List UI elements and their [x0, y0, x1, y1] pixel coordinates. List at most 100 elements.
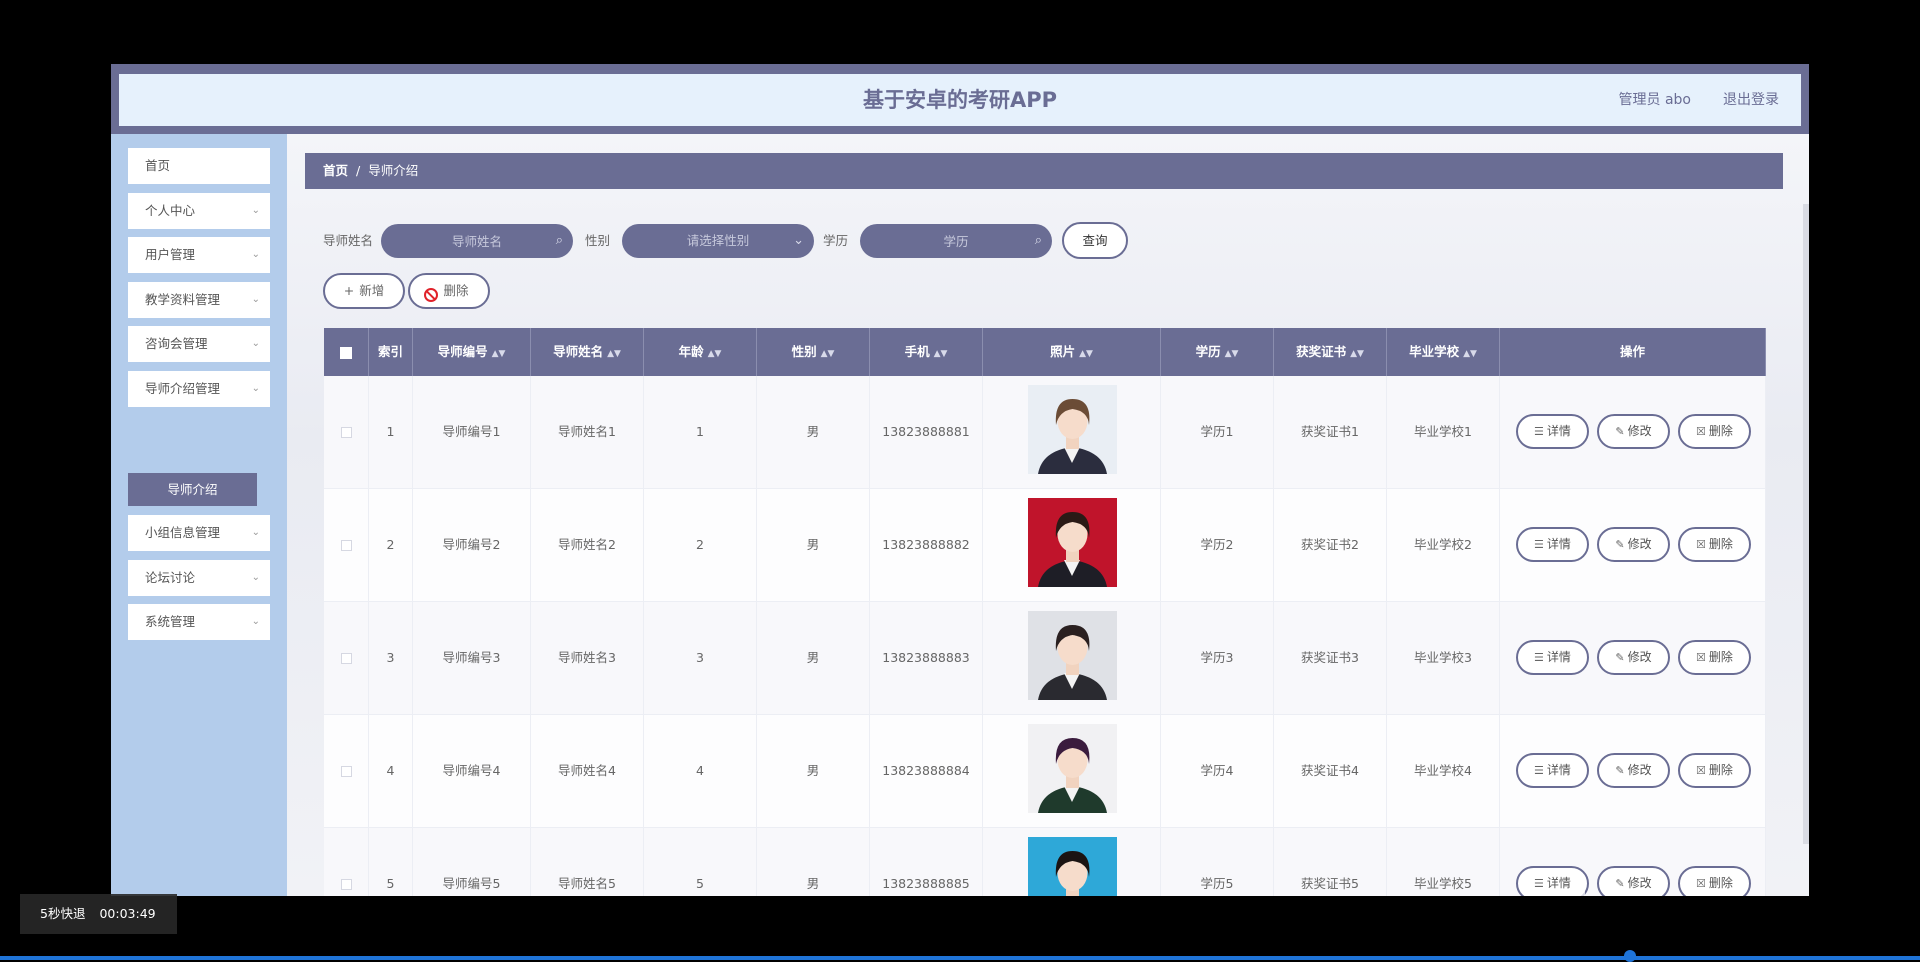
delete-button-label: 删除: [1708, 537, 1733, 551]
detail-button[interactable]: ☰ 详情: [1516, 414, 1589, 449]
delete-button[interactable]: ☒ 删除: [1678, 640, 1751, 675]
trash-icon: ☒: [1696, 877, 1706, 890]
row-checkbox[interactable]: [340, 427, 352, 438]
sidebar-subitem-active[interactable]: 导师介绍: [128, 473, 257, 506]
sidebar-item[interactable]: 用户管理 ⌄: [128, 237, 270, 273]
edu-search-field[interactable]: ⌕: [860, 224, 1052, 258]
table-header: 索引 导师编号 ▲▼ 导师姓名 ▲▼ 年龄 ▲▼ 性别 ▲▼ 手机 ▲▼ 照片 ▲▼ 学历 ▲▼ 获奖证书 ▲▼…: [324, 328, 1766, 376]
cell-age: 2: [644, 489, 757, 601]
column-header[interactable]: 学历 ▲▼: [1161, 328, 1274, 376]
row-checkbox[interactable]: [340, 653, 352, 664]
sidebar-item[interactable]: 个人中心 ⌄: [128, 193, 270, 229]
sort-icon[interactable]: ▲▼: [934, 349, 948, 359]
sidebar-item[interactable]: 系统管理 ⌄: [128, 604, 270, 640]
row-select-cell: [324, 715, 369, 827]
row-select-cell: [324, 828, 369, 896]
video-skip-badge[interactable]: 5秒快退 00:03:49: [20, 894, 177, 934]
column-header[interactable]: 导师编号 ▲▼: [413, 328, 531, 376]
edu-search-input[interactable]: [860, 224, 1052, 258]
document-icon: ☰: [1534, 877, 1544, 890]
cell-school: 毕业学校4: [1387, 715, 1500, 827]
sort-icon[interactable]: ▲▼: [1225, 349, 1239, 359]
sidebar-item[interactable]: 论坛讨论 ⌄: [128, 560, 270, 596]
query-button[interactable]: 查询: [1062, 222, 1128, 259]
chevron-down-icon: ⌄: [251, 294, 260, 305]
column-header-label: 毕业学校: [1409, 344, 1460, 359]
column-header-label: 性别: [791, 344, 817, 359]
mentor-photo[interactable]: [1028, 724, 1117, 813]
column-header[interactable]: 年龄 ▲▼: [644, 328, 757, 376]
batch-delete-button[interactable]: 删除: [408, 273, 490, 309]
row-checkbox[interactable]: [340, 879, 352, 890]
sort-icon[interactable]: ▲▼: [492, 349, 506, 359]
detail-button-label: 详情: [1546, 424, 1571, 438]
detail-button[interactable]: ☰ 详情: [1516, 527, 1589, 562]
row-checkbox[interactable]: [340, 766, 352, 777]
document-icon: ☰: [1534, 425, 1544, 438]
pencil-icon: ✎: [1615, 538, 1625, 551]
gender-select[interactable]: 请选择性别 ⌄: [622, 224, 814, 258]
column-header[interactable]: 照片 ▲▼: [983, 328, 1161, 376]
gender-select-placeholder: 请选择性别: [686, 233, 750, 248]
cell-phone: 13823888882: [870, 489, 983, 601]
cell-code: 导师编号1: [413, 376, 531, 488]
cell-index: 4: [369, 715, 413, 827]
sort-icon[interactable]: ▲▼: [1463, 349, 1477, 359]
column-header[interactable]: 手机 ▲▼: [870, 328, 983, 376]
column-header-label: 学历: [1195, 344, 1221, 359]
mentor-photo[interactable]: [1028, 385, 1117, 474]
select-all-checkbox[interactable]: [340, 346, 352, 359]
sidebar-item[interactable]: 首页: [128, 148, 270, 184]
detail-button[interactable]: ☰ 详情: [1516, 753, 1589, 788]
cell-school: 毕业学校2: [1387, 489, 1500, 601]
sort-icon[interactable]: ▲▼: [708, 349, 722, 359]
column-header[interactable]: 获奖证书 ▲▼: [1274, 328, 1387, 376]
cell-photo: [983, 489, 1161, 601]
delete-button-label: 删除: [1708, 876, 1733, 890]
sort-icon[interactable]: ▲▼: [1079, 349, 1093, 359]
sidebar-item[interactable]: 教学资料管理 ⌄: [128, 282, 270, 318]
sidebar-item[interactable]: 小组信息管理 ⌄: [128, 515, 270, 551]
column-header[interactable]: 性别 ▲▼: [757, 328, 870, 376]
delete-button[interactable]: ☒ 删除: [1678, 414, 1751, 449]
screen: 基于安卓的考研APP 管理员 abo 退出登录 首页 个人中心 ⌄ 用户管理 ⌄ 教学资料…: [0, 0, 1920, 962]
mentor-photo[interactable]: [1028, 611, 1117, 700]
scrollbar[interactable]: [1803, 204, 1809, 844]
logout-link[interactable]: 退出登录: [1723, 74, 1779, 126]
mentor-photo[interactable]: [1028, 837, 1117, 896]
breadcrumb-home[interactable]: 首页: [323, 163, 348, 178]
column-header[interactable]: 毕业学校 ▲▼: [1387, 328, 1500, 376]
edit-button[interactable]: ✎ 修改: [1597, 640, 1670, 675]
sidebar-item[interactable]: 咨询会管理 ⌄: [128, 326, 270, 362]
cell-cert: 获奖证书5: [1274, 828, 1387, 896]
sidebar-item[interactable]: 导师介绍管理 ⌄: [128, 371, 270, 407]
delete-button[interactable]: ☒ 删除: [1678, 527, 1751, 562]
column-header: 操作: [1500, 328, 1766, 376]
trash-icon: ☒: [1696, 764, 1706, 777]
mentor-photo[interactable]: [1028, 498, 1117, 587]
edit-button[interactable]: ✎ 修改: [1597, 414, 1670, 449]
edit-button[interactable]: ✎ 修改: [1597, 753, 1670, 788]
skip-back-label: 5秒快退: [40, 906, 86, 921]
add-button[interactable]: + 新增: [323, 273, 405, 309]
delete-button[interactable]: ☒ 删除: [1678, 866, 1751, 896]
detail-button[interactable]: ☰ 详情: [1516, 640, 1589, 675]
cell-gender: 男: [757, 489, 870, 601]
cell-name: 导师姓名1: [531, 376, 644, 488]
add-button-label: 新增: [359, 283, 385, 298]
row-checkbox[interactable]: [340, 540, 352, 551]
sidebar-item-label: 首页: [145, 158, 171, 173]
sort-icon[interactable]: ▲▼: [607, 349, 621, 359]
column-header[interactable]: 导师姓名 ▲▼: [531, 328, 644, 376]
delete-button[interactable]: ☒ 删除: [1678, 753, 1751, 788]
name-search-field[interactable]: ⌕: [381, 224, 573, 258]
sort-icon[interactable]: ▲▼: [1350, 349, 1364, 359]
app-title: 基于安卓的考研APP: [862, 88, 1058, 112]
edit-button[interactable]: ✎ 修改: [1597, 527, 1670, 562]
cell-photo: [983, 715, 1161, 827]
name-search-input[interactable]: [381, 224, 573, 258]
video-progress-knob[interactable]: [1624, 950, 1636, 962]
sort-icon[interactable]: ▲▼: [821, 349, 835, 359]
chevron-down-icon: ⌄: [251, 249, 260, 260]
cell-index: 2: [369, 489, 413, 601]
